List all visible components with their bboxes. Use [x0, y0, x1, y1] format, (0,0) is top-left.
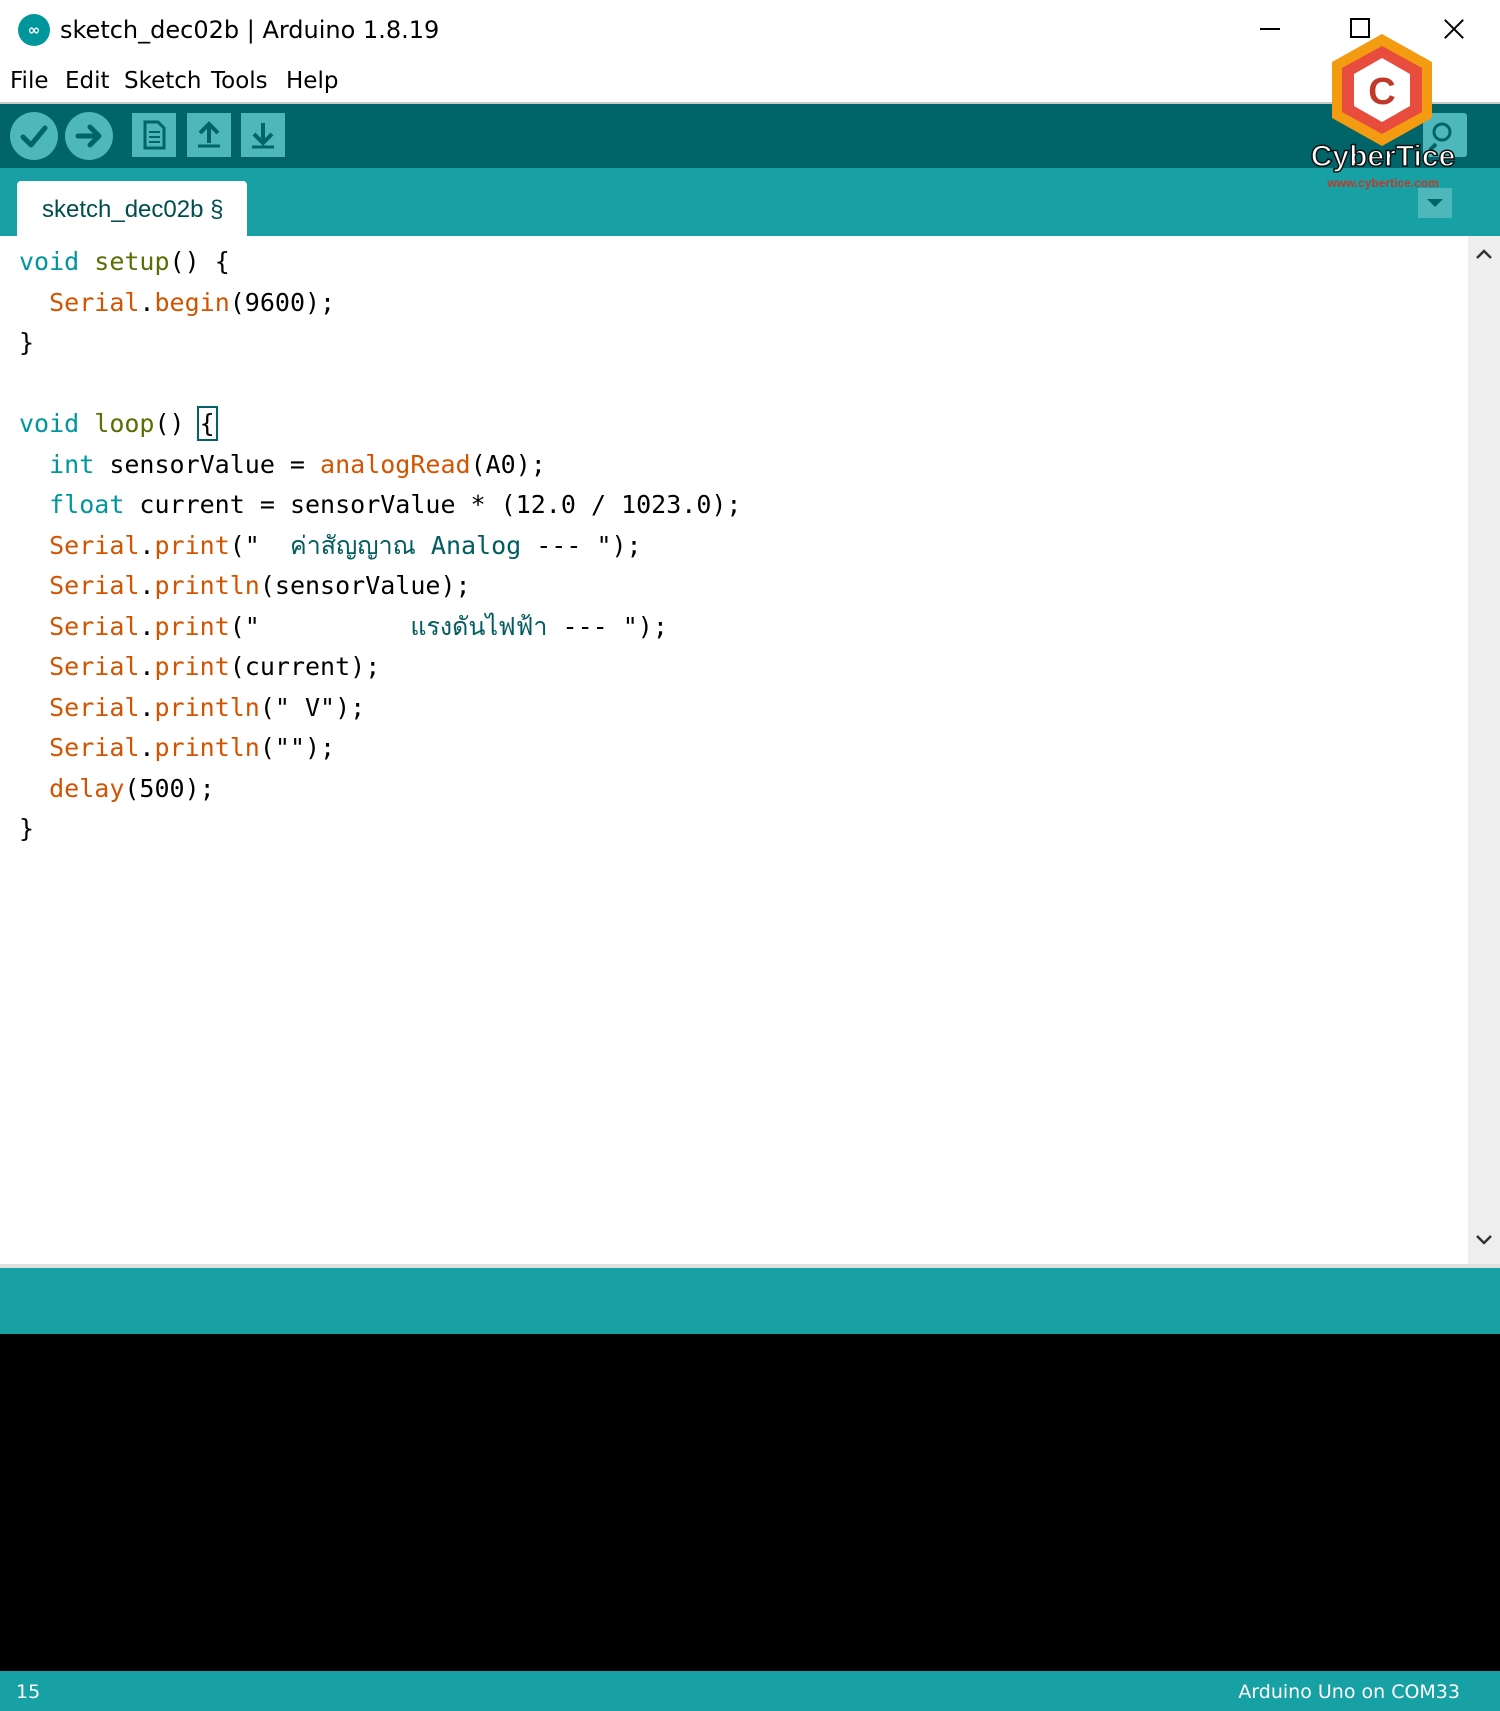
scroll-down-icon[interactable] — [1468, 1226, 1500, 1254]
matched-brace: { — [196, 406, 218, 441]
arrow-down-icon — [252, 123, 274, 149]
window-title: sketch_dec02b | Arduino 1.8.19 — [60, 16, 440, 44]
save-button[interactable] — [241, 113, 285, 157]
checkmark-icon — [20, 125, 48, 148]
open-button[interactable] — [187, 113, 231, 157]
menu-edit[interactable]: Edit — [65, 66, 110, 96]
verify-button[interactable] — [10, 112, 58, 160]
minimize-button[interactable] — [1235, 0, 1305, 60]
arrow-right-icon — [75, 124, 102, 148]
logo-url: www.cybertice.com — [1327, 176, 1439, 190]
menu-file[interactable]: File — [10, 66, 49, 96]
arduino-logo-icon: ∞ — [18, 14, 50, 46]
logo-letter: C — [1368, 71, 1395, 113]
new-sketch-button[interactable] — [132, 113, 176, 157]
message-area — [0, 1264, 1500, 1338]
code-text[interactable]: void setup() { Serial.begin(9600); } voi… — [19, 242, 741, 850]
arrow-up-icon — [198, 121, 220, 148]
menu-help[interactable]: Help — [286, 66, 338, 96]
scroll-up-icon[interactable] — [1468, 240, 1500, 268]
tab-sketch-label: sketch_dec02b § — [42, 196, 224, 223]
editor-scrollbar[interactable] — [1468, 236, 1500, 1264]
board-info: Arduino Uno on COM33 — [1238, 1681, 1460, 1703]
console-output[interactable] — [0, 1334, 1500, 1671]
document-icon — [143, 120, 166, 150]
menu-tools[interactable]: Tools — [211, 66, 268, 96]
logo-name: CyberTice — [1310, 139, 1456, 174]
upload-button[interactable] — [65, 112, 113, 160]
menu-sketch[interactable]: Sketch — [124, 66, 202, 96]
line-number: 15 — [16, 1681, 41, 1703]
